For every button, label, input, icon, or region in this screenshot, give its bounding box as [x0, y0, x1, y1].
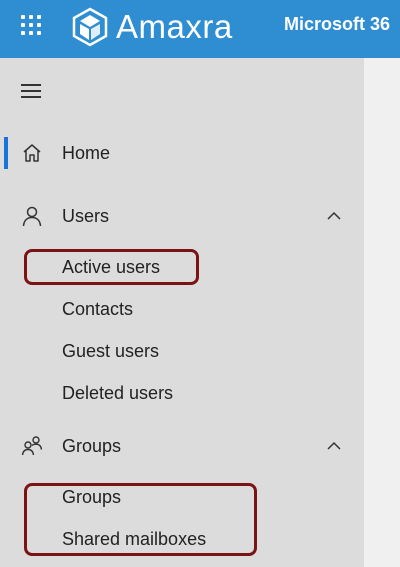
chevron-up-icon[interactable] — [324, 436, 344, 456]
chevron-up-icon[interactable] — [324, 206, 344, 226]
main-content-area — [364, 58, 400, 567]
nav-item-home[interactable]: Home — [0, 135, 364, 171]
nav-item-users[interactable]: Users — [0, 198, 364, 234]
brand-logo[interactable]: Amaxra — [70, 2, 233, 52]
nav-subitem-active-users[interactable]: Active users — [0, 251, 364, 285]
amaxra-logo-icon — [72, 7, 108, 47]
nav-item-label: Users — [62, 205, 110, 226]
person-icon — [22, 206, 42, 227]
nav-subitem-label: Groups — [62, 487, 122, 507]
nav-subitem-label: Guest users — [62, 341, 160, 361]
nav-subitem-groups[interactable]: Groups — [0, 481, 364, 515]
left-navigation: Home Users Active users Contacts Guest u… — [0, 58, 364, 567]
nav-subitem-guest-users[interactable]: Guest users — [0, 335, 364, 369]
nav-item-label: Home — [62, 142, 111, 163]
nav-subitem-label: Shared mailboxes — [62, 529, 207, 549]
nav-item-label: Groups — [62, 435, 122, 456]
app-launcher-icon[interactable] — [19, 13, 43, 37]
menu-toggle-icon[interactable] — [21, 84, 43, 100]
top-bar: Amaxra Microsoft 36 — [0, 0, 400, 58]
nav-subitem-label: Active users — [62, 257, 161, 277]
nav-subitem-shared-mailboxes[interactable]: Shared mailboxes — [0, 523, 364, 557]
home-icon — [23, 144, 41, 162]
nav-item-groups[interactable]: Groups — [0, 428, 364, 464]
nav-subitem-deleted-users[interactable]: Deleted users — [0, 377, 364, 411]
people-icon — [21, 436, 43, 456]
nav-subitem-contacts[interactable]: Contacts — [0, 293, 364, 327]
brand-name: Amaxra — [116, 8, 233, 45]
product-title[interactable]: Microsoft 36 — [284, 14, 400, 35]
nav-subitem-label: Deleted users — [62, 383, 174, 403]
nav-subitem-label: Contacts — [62, 299, 134, 319]
